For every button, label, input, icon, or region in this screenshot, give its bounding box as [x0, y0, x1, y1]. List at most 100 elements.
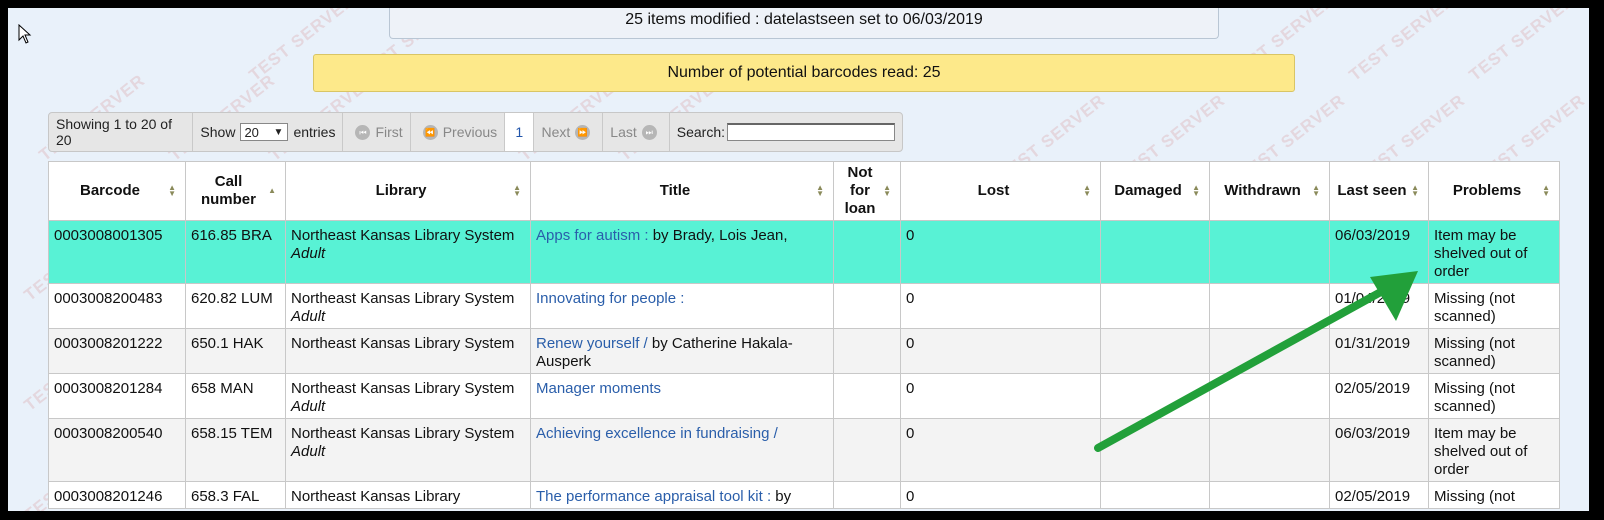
library-type: Adult [291, 308, 326, 325]
not-for-loan-cell [833, 328, 901, 374]
title-link[interactable]: Achieving excellence in fundraising / [536, 425, 778, 442]
next-page-button[interactable]: Next ⏩ [534, 113, 604, 151]
not-for-loan-cell [833, 481, 901, 509]
sort-icon: ▲ ▼ [816, 183, 824, 198]
problems-cell: Missing (not scanned) [1428, 373, 1560, 419]
lost-cell: 0 [900, 220, 1101, 284]
not-for-loan-cell [833, 283, 901, 329]
problems-cell: Missing (not scanned) [1428, 328, 1560, 374]
search-label: Search: [676, 124, 725, 140]
last-page-icon: ⏭ [641, 124, 657, 140]
problems-cell: Missing (not scanned) [1428, 283, 1560, 329]
search-input[interactable] [727, 123, 895, 141]
call-number-cell: 616.85 BRA [185, 220, 286, 284]
lost-cell: 0 [900, 373, 1101, 419]
barcode-cell: 0003008200540 [48, 418, 186, 482]
title-link[interactable]: Apps for autism : [536, 227, 649, 244]
sort-icon: ▲ ▼ [1542, 183, 1550, 198]
search-control: Search: [670, 113, 902, 151]
library-name: Northeast Kansas Library System [291, 380, 515, 397]
withdrawn-cell [1209, 481, 1330, 509]
call-number-cell: 658.3 FAL [185, 481, 286, 509]
table-header-row: Barcode ▲ ▼ Call number ▲ Library ▲ ▼ Title ▲ ▼… [48, 161, 1560, 221]
title-link[interactable]: Manager moments [536, 380, 661, 397]
header-label: Withdrawn [1224, 182, 1301, 199]
mouse-pointer-icon [18, 24, 32, 44]
barcode-cell: 0003008201222 [48, 328, 186, 374]
title-cell: The performance appraisal tool kit : by [530, 481, 834, 509]
barcodes-read-notice: Number of potential barcodes read: 25 [313, 54, 1295, 92]
column-header-damaged[interactable]: Damaged ▲ ▼ [1100, 161, 1210, 221]
next-label: Next [541, 124, 571, 140]
library-cell: Northeast Kansas Library System Adult [285, 373, 531, 419]
entries-label: entries [293, 124, 336, 140]
chevron-down-icon: ▼ [273, 127, 284, 138]
sort-icon: ▲ ▼ [1192, 183, 1200, 198]
show-label: Show [200, 124, 236, 140]
column-header-barcode[interactable]: Barcode ▲ ▼ [48, 161, 186, 221]
call-number-cell: 658 MAN [185, 373, 286, 419]
library-cell: Northeast Kansas Library System Adult [285, 283, 531, 329]
table-toolbar: Showing 1 to 20 of 20 Show 20 ▼ entries ⏮… [48, 112, 903, 152]
next-page-icon: ⏩ [575, 124, 591, 140]
library-cell: Northeast Kansas Library System Adult [285, 220, 531, 284]
library-cell: Northeast Kansas Library [285, 481, 531, 509]
last-label: Last [610, 124, 637, 140]
problems-cell: Item may be shelved out of order [1428, 220, 1560, 284]
call-number-cell: 620.82 LUM [185, 283, 286, 329]
sort-icon: ▲ ▼ [1083, 183, 1091, 198]
previous-page-button[interactable]: ⏪ Previous [411, 113, 506, 151]
column-header-withdrawn[interactable]: Withdrawn ▲ ▼ [1209, 161, 1330, 221]
column-header-lost[interactable]: Lost ▲ ▼ [900, 161, 1101, 221]
header-label: Barcode [79, 182, 141, 199]
sort-icon: ▲ ▼ [168, 183, 176, 198]
header-label: Title [659, 182, 691, 199]
author-text: by [775, 488, 792, 505]
first-page-button[interactable]: ⏮ First [343, 113, 411, 151]
title-link[interactable]: Renew yourself / [536, 335, 648, 352]
sort-icon: ▲ ▼ [1312, 183, 1320, 198]
column-header-library[interactable]: Library ▲ ▼ [285, 161, 531, 221]
column-header-last-seen[interactable]: Last seen ▲ ▼ [1329, 161, 1429, 221]
page-number-1[interactable]: 1 [505, 113, 535, 151]
library-name: Northeast Kansas Library [291, 488, 461, 505]
not-for-loan-cell [833, 220, 901, 284]
header-label: Call number [200, 173, 256, 208]
not-for-loan-cell [833, 373, 901, 419]
library-type: Adult [291, 398, 326, 415]
column-header-call-number[interactable]: Call number ▲ [185, 161, 286, 221]
library-name: Northeast Kansas Library System [291, 425, 515, 442]
column-header-problems[interactable]: Problems ▲ ▼ [1428, 161, 1560, 221]
header-label: Not for loan [844, 164, 876, 217]
sort-icon: ▲ ▼ [1411, 183, 1419, 198]
page-frame: TEST SERVER TEST SERVER TEST SERVER TEST SE… [8, 8, 1589, 511]
library-type: Adult [291, 443, 326, 460]
column-header-title[interactable]: Title ▲ ▼ [530, 161, 834, 221]
previous-page-icon: ⏪ [422, 124, 438, 140]
barcode-cell: 0003008201284 [48, 373, 186, 419]
damaged-cell [1100, 481, 1210, 509]
title-link[interactable]: The performance appraisal tool kit : [536, 488, 771, 505]
previous-label: Previous [442, 124, 498, 140]
library-name: Northeast Kansas Library System [291, 227, 515, 244]
header-label: Library [375, 182, 427, 199]
barcode-cell: 0003008200483 [48, 283, 186, 329]
column-header-not-for-loan[interactable]: Not for loan ▲ ▼ [833, 161, 901, 221]
sort-icon: ▲ ▼ [883, 183, 891, 198]
watermark-text: TEST SERVER [1345, 8, 1459, 85]
title-cell: Achieving excellence in fundraising / [530, 418, 834, 482]
problems-cell: Item may be shelved out of order [1428, 418, 1560, 482]
green-arrow-annotation [1094, 271, 1418, 452]
last-page-button[interactable]: Last ⏭ [603, 113, 670, 151]
entries-select-value: 20 [244, 125, 259, 140]
library-cell: Northeast Kansas Library System [285, 328, 531, 374]
library-name: Northeast Kansas Library System [291, 290, 515, 307]
library-name: Northeast Kansas Library System [291, 335, 515, 352]
sort-icon: ▲ ▼ [513, 183, 521, 198]
lost-cell: 0 [900, 481, 1101, 509]
problems-cell: Missing (not [1428, 481, 1560, 509]
title-link[interactable]: Innovating for people : [536, 290, 684, 307]
title-cell: Manager moments [530, 373, 834, 419]
entries-select[interactable]: 20 ▼ [240, 123, 289, 141]
header-label: Problems [1452, 182, 1522, 199]
